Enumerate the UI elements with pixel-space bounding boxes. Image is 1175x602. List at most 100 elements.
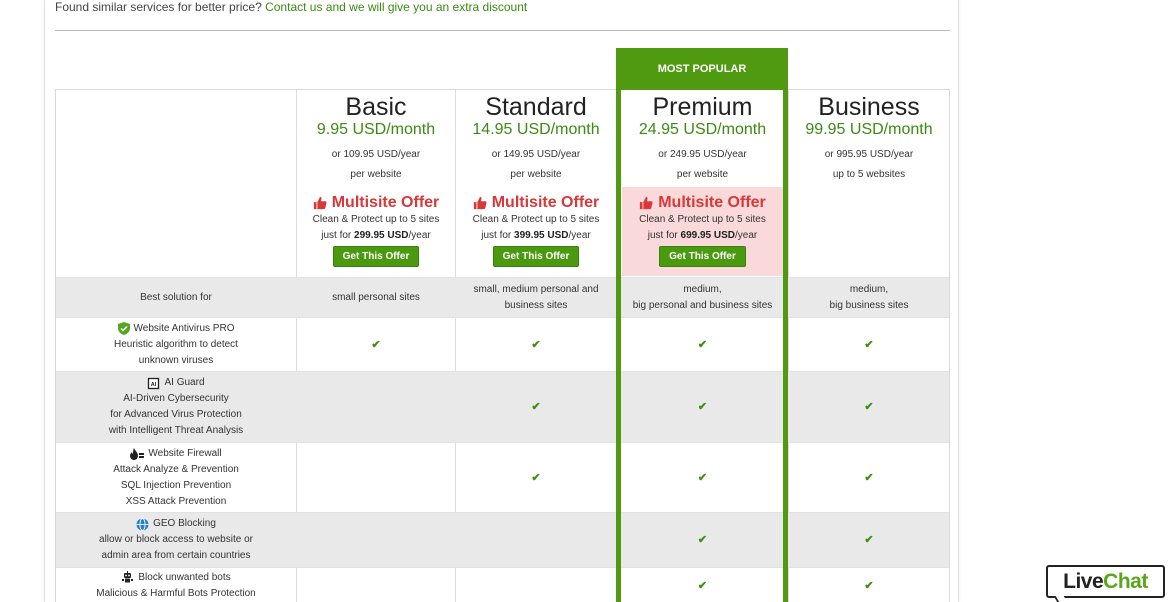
feature-title: GEO Blocking: [136, 516, 216, 532]
thumbs-up-icon: [640, 196, 653, 210]
offer-title: Multisite Offer: [456, 194, 616, 212]
best-solution-line: small, medium personal and: [473, 283, 599, 295]
multisite-offer: Multisite Offer Clean & Protect up to 5 …: [456, 187, 616, 276]
thumbs-up-icon: [473, 196, 487, 210]
feature-cell-business: ✔: [789, 318, 949, 371]
best-solution-business: medium, big business sites: [789, 278, 949, 317]
feature-row-antivirus: Website Antivirus PRO Heuristic algorith…: [56, 317, 949, 371]
plan-scope: per website: [510, 169, 562, 180]
best-solution-premium: medium, big personal and business sites: [622, 278, 783, 317]
multisite-offer: Multisite Offer Clean & Protect up to 5 …: [622, 187, 783, 276]
plan-business: Business 99.95 USD/month or 995.95 USD/y…: [789, 90, 949, 277]
plan-year-price: or 109.95 USD/year: [331, 149, 421, 160]
feature-line: unknown viruses: [138, 354, 214, 366]
feature-title-text: GEO Blocking: [153, 518, 216, 529]
feature-line: XSS Attack Prevention: [125, 495, 227, 507]
shield-icon: [117, 322, 130, 335]
svg-text:AI: AI: [151, 382, 157, 388]
offer-description: Clean & Protect up to 5 sites: [312, 214, 440, 225]
offer-price-line: just for 299.95 USD/year: [297, 228, 455, 244]
plan-name: Standard: [485, 93, 587, 121]
feature-cell-standard: ✔: [456, 443, 616, 512]
feature-line: for Advanced Virus Protection: [110, 409, 242, 420]
check-icon: ✔: [864, 534, 874, 546]
feature-row-firewall: Website Firewall Attack Analyze & Preven…: [56, 442, 949, 512]
feature-description: Block unwanted bots Malicious & Harmful …: [56, 568, 296, 602]
offer-prefix: just for: [481, 230, 512, 241]
best-solution-basic: small personal sites: [332, 291, 420, 303]
feature-cell-premium: ✔: [622, 443, 783, 512]
firewall-icon: [130, 447, 145, 460]
plan-price: 99.95 USD/month: [805, 121, 933, 138]
feature-cell-standard: ✔: [456, 318, 616, 371]
check-icon: ✔: [697, 471, 708, 484]
feature-cell-basic: ✔: [297, 318, 455, 371]
feature-cell-business: ✔: [789, 513, 949, 567]
plan-year-price: or 995.95 USD/year: [824, 149, 914, 160]
offer-price: 399.95 USD: [514, 230, 569, 241]
feature-title-text: Website Firewall: [148, 447, 222, 459]
feature-cell-premium: ✔: [622, 513, 783, 567]
check-icon: ✔: [371, 338, 381, 351]
feature-title-text: Website Antivirus PRO: [133, 322, 235, 334]
ai-chip-icon: AI: [148, 377, 160, 389]
offer-prefix: just for: [321, 230, 352, 241]
feature-description: AI AI Guard AI-Driven Cybersecurity for …: [56, 372, 296, 442]
feature-title-text: Block unwanted bots: [138, 571, 231, 583]
globe-icon: [136, 517, 149, 531]
plan-premium: Premium 24.95 USD/month or 249.95 USD/ye…: [622, 90, 783, 277]
feature-description: GEO Blocking allow or block access to we…: [56, 513, 296, 567]
feature-title: Block unwanted bots: [121, 570, 231, 586]
livechat-live: Live: [1063, 569, 1104, 593]
feature-line: admin area from certain countries: [101, 550, 251, 561]
get-offer-button[interactable]: Get This Offer: [659, 246, 746, 267]
livechat-button[interactable]: Live Chat: [1046, 565, 1165, 598]
offer-price-line: just for 699.95 USD/year: [622, 228, 783, 244]
feature-row-bots: Block unwanted bots Malicious & Harmful …: [56, 567, 949, 602]
check-icon: ✔: [697, 401, 708, 413]
get-offer-button[interactable]: Get This Offer: [492, 246, 580, 267]
offer-price: 299.95 USD: [354, 230, 409, 241]
plan-name: Business: [818, 93, 920, 121]
best-solution-line: business sites: [504, 299, 568, 311]
get-offer-button[interactable]: Get This Offer: [332, 246, 420, 267]
best-solution-line: big personal and business sites: [632, 299, 773, 311]
feature-line: Attack Analyze & Prevention: [113, 463, 239, 475]
plan-basic: Basic 9.95 USD/month or 109.95 USD/year …: [297, 90, 455, 277]
feature-line: Malicious & Harmful Bots Protection: [96, 587, 256, 599]
feature-line: SQL Injection Prevention: [120, 479, 232, 491]
plan-scope: per website: [350, 169, 402, 180]
best-solution-standard: small, medium personal and business site…: [456, 278, 616, 317]
thumbs-up-icon: [313, 196, 327, 210]
check-icon: ✔: [531, 401, 541, 413]
offer-suffix: /year: [735, 230, 758, 241]
check-icon: ✔: [864, 471, 874, 484]
feature-title: Website Firewall: [130, 446, 222, 462]
check-icon: ✔: [531, 338, 541, 351]
feature-title: AI AI Guard: [147, 375, 205, 391]
feature-cell-business: ✔: [789, 372, 949, 442]
plan-name: Premium: [652, 93, 753, 121]
contact-link[interactable]: Contact us and we will give you an extra…: [265, 0, 527, 14]
check-icon: ✔: [697, 338, 708, 351]
row-label: Best solution for: [140, 291, 212, 303]
livechat-chat: Chat: [1103, 569, 1148, 593]
best-solution-line: big business sites: [829, 299, 909, 311]
best-solution-line: medium,: [683, 283, 722, 295]
plan-scope: per website: [676, 169, 729, 180]
feature-line: AI-Driven Cybersecurity: [123, 393, 229, 404]
feature-title: Website Antivirus PRO: [117, 321, 235, 337]
offer-price-line: just for 399.95 USD/year: [456, 228, 616, 244]
feature-cell-standard: ✔: [456, 372, 616, 442]
plan-scope: up to 5 websites: [832, 169, 906, 180]
offer-description: Clean & Protect up to 5 sites: [639, 214, 766, 225]
offer-title-text: Multisite Offer: [658, 194, 766, 211]
feature-cell-business: ✔: [789, 443, 949, 512]
offer-title-text: Multisite Offer: [491, 194, 600, 211]
intro-text: Found similar services for better price?…: [55, 0, 527, 14]
feature-row-geo-blocking: GEO Blocking allow or block access to we…: [56, 512, 949, 567]
offer-prefix: just for: [647, 230, 678, 241]
feature-row-ai-guard: AI AI Guard AI-Driven Cybersecurity for …: [56, 371, 949, 442]
intro-question: Found similar services for better price?: [55, 0, 262, 14]
feature-cell-business: ✔: [789, 568, 949, 602]
